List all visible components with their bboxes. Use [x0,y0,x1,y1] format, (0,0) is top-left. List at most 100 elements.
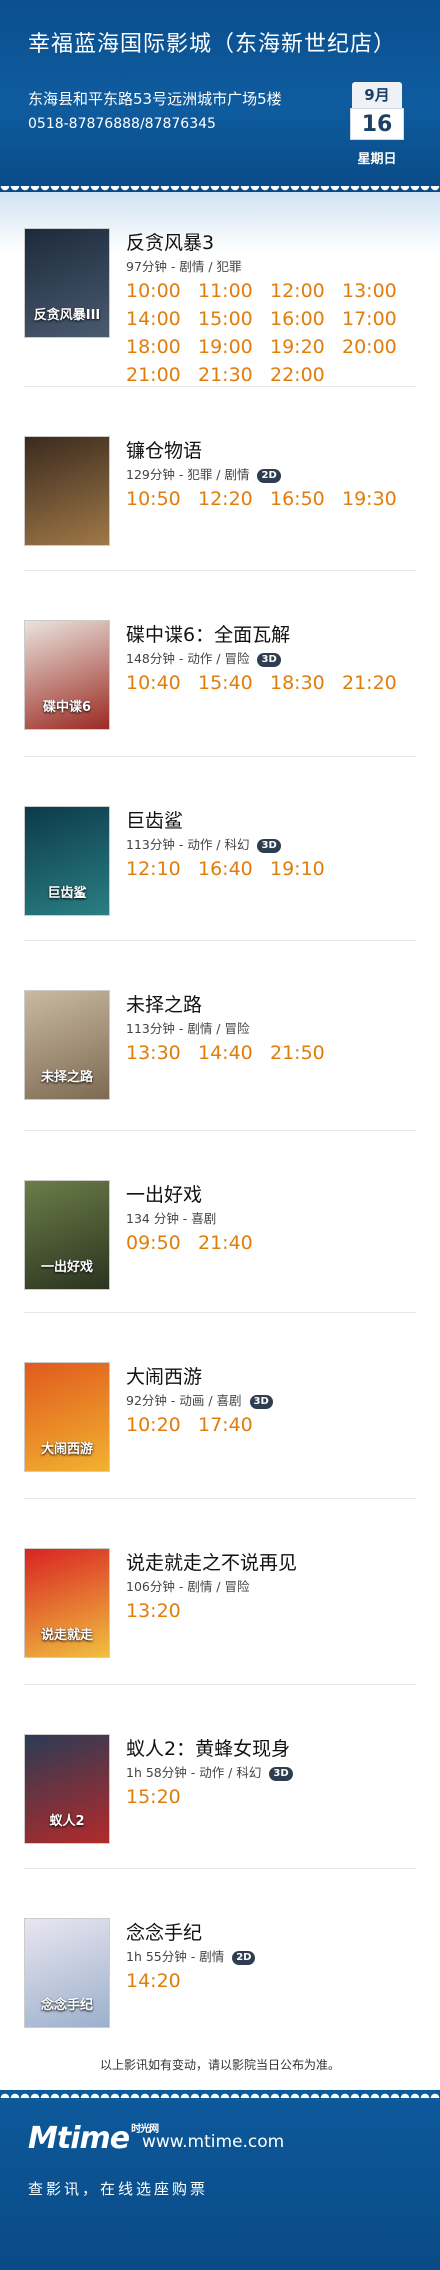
movie-item[interactable]: 巨齿鲨 巨齿鲨 113分钟 - 动作 / 科幻 3D 12:10 16:40 19:10 [0,806,440,986]
showtime[interactable]: 18:30 [270,672,342,694]
movie-divider [24,386,416,387]
showtime[interactable]: 15:40 [198,672,270,694]
showtime[interactable]: 21:40 [198,1232,270,1254]
movie-item[interactable]: 未择之路 未择之路 113分钟 - 剧情 / 冒险 13:30 14:40 21:50 [0,990,440,1170]
showtime[interactable]: 10:40 [126,672,198,694]
showtime[interactable]: 13:30 [126,1042,198,1064]
movie-poster[interactable]: 一出好戏 [24,1180,110,1290]
showtime[interactable]: 13:20 [126,1600,198,1622]
movie-meta: 92分钟 - 动画 / 喜剧 3D [126,1390,273,1409]
poster-title-text: 蚁人2 [49,1814,85,1829]
showtime[interactable]: 09:50 [126,1232,198,1254]
showtime[interactable]: 19:00 [198,336,270,358]
showtime[interactable]: 10:20 [126,1414,198,1436]
showtime[interactable]: 12:00 [270,280,342,302]
showtime[interactable]: 19:20 [270,336,342,358]
footer-slogan: 查影讯，在线选座购票 [28,2180,209,2198]
movie-poster[interactable] [24,436,110,546]
showtime-grid: 09:50 21:40 [126,1232,426,1254]
movie-title[interactable]: 巨齿鲨 [126,806,183,833]
mtime-site-link[interactable]: www.mtime.com [142,2132,284,2152]
date-weekday: 星期日 [357,152,397,167]
format-badge: 2D [232,1951,256,1965]
movie-title[interactable]: 镰仓物语 [126,436,202,463]
movie-poster[interactable]: 碟中谍6 [24,620,110,730]
movie-meta: 97分钟 - 剧情 / 犯罪 [126,256,242,275]
showtime[interactable]: 18:00 [126,336,198,358]
movie-poster[interactable]: 反贪风暴III [24,228,110,338]
showtime[interactable]: 12:20 [198,488,270,510]
showtime[interactable]: 21:00 [126,364,198,386]
showtime[interactable]: 22:00 [270,364,342,386]
movie-poster[interactable]: 蚁人2 [24,1734,110,1844]
movie-title[interactable]: 碟中谍6：全面瓦解 [126,620,290,647]
showtime[interactable]: 21:20 [342,672,414,694]
showtime[interactable]: 12:10 [126,858,198,880]
movie-item[interactable]: 碟中谍6 碟中谍6：全面瓦解 148分钟 - 动作 / 冒险 3D 10:40 15:40… [0,620,440,800]
movie-title[interactable]: 说走就走之不说再见 [126,1548,297,1575]
movie-meta: 1h 55分钟 - 剧情 2D [126,1946,256,1965]
movie-item[interactable]: 镰仓物语 129分钟 - 犯罪 / 剧情 2D 10:50 12:20 16:50 19:3… [0,436,440,616]
poster-title-text: 大闹西游 [40,1442,93,1457]
movie-poster[interactable]: 巨齿鲨 [24,806,110,916]
format-badge: 3D [269,1767,293,1781]
showtime[interactable]: 20:00 [342,336,414,358]
movie-item[interactable]: 说走就走 说走就走之不说再见 106分钟 - 剧情 / 冒险 13:20 [0,1548,440,1728]
movie-item[interactable]: 蚁人2 蚁人2：黄蜂女现身 1h 58分钟 - 动作 / 科幻 3D 15:20 [0,1734,440,1914]
showtime-grid: 10:00 11:00 12:00 13:00 14:00 15:00 16:00 17:00… [126,280,426,386]
showtime[interactable]: 10:00 [126,280,198,302]
showtime[interactable]: 13:00 [342,280,414,302]
showtime[interactable]: 21:30 [198,364,270,386]
movie-meta: 148分钟 - 动作 / 冒险 3D [126,648,281,667]
showtime[interactable]: 14:20 [126,1970,198,1992]
movie-poster[interactable]: 念念手纪 [24,1918,110,2028]
movie-divider [24,1130,416,1131]
showtime[interactable]: 19:30 [342,488,414,510]
movie-duration-genre: 134 分钟 - 喜剧 [126,1211,217,1226]
movie-item[interactable]: 一出好戏 一出好戏 134 分钟 - 喜剧 09:50 21:40 [0,1180,440,1360]
calendar-date: 9月 16 星期日 [348,82,406,167]
movie-duration-genre: 129分钟 - 犯罪 / 剧情 [126,467,250,482]
movie-poster[interactable]: 大闹西游 [24,1362,110,1472]
showtime-grid: 10:50 12:20 16:50 19:30 [126,488,426,510]
movie-meta: 134 分钟 - 喜剧 [126,1208,216,1227]
movie-title[interactable]: 一出好戏 [126,1180,202,1207]
logo-text: Mtime [28,2121,130,2156]
showtime[interactable]: 14:00 [126,308,198,330]
movie-title[interactable]: 未择之路 [126,990,202,1017]
showtime-grid: 13:20 [126,1600,426,1622]
showtime[interactable]: 21:50 [270,1042,342,1064]
movie-item[interactable]: 大闹西游 大闹西游 92分钟 - 动画 / 喜剧 3D 10:20 17:40 [0,1362,440,1542]
movie-title[interactable]: 反贪风暴3 [126,228,214,255]
showtime[interactable]: 17:40 [198,1414,270,1436]
movie-poster[interactable]: 未择之路 [24,990,110,1100]
movie-item[interactable]: 反贪风暴III 反贪风暴3 97分钟 - 剧情 / 犯罪 10:00 11:00 12:0… [0,228,440,408]
movie-divider [24,1684,416,1685]
movie-divider [24,756,416,757]
showtime[interactable]: 10:50 [126,488,198,510]
showtime[interactable]: 16:00 [270,308,342,330]
movie-duration-genre: 92分钟 - 动画 / 喜剧 [126,1393,242,1408]
movie-title[interactable]: 蚁人2：黄蜂女现身 [126,1734,290,1761]
showtime-grid: 14:20 [126,1970,426,1992]
showtime[interactable]: 17:00 [342,308,414,330]
poster-title-text: 巨齿鲨 [47,886,87,901]
showtime[interactable]: 16:40 [198,858,270,880]
poster-title-text: 说走就走 [40,1628,93,1643]
showtime[interactable]: 15:00 [198,308,270,330]
poster-title-text: 碟中谍6 [42,700,92,715]
movie-poster[interactable]: 说走就走 [24,1548,110,1658]
showtime[interactable]: 19:10 [270,858,342,880]
showtime-grid: 13:30 14:40 21:50 [126,1042,426,1064]
poster-title-text: 未择之路 [40,1070,93,1085]
showtime[interactable]: 11:00 [198,280,270,302]
showtime[interactable]: 15:20 [126,1786,198,1808]
mtime-logo[interactable]: Mtime 时光网 [28,2120,159,2156]
movie-divider [24,940,416,941]
movie-meta: 1h 58分钟 - 动作 / 科幻 3D [126,1762,293,1781]
movie-title[interactable]: 大闹西游 [126,1362,202,1389]
showtime[interactable]: 16:50 [270,488,342,510]
movie-title[interactable]: 念念手纪 [126,1918,202,1945]
showtime[interactable]: 14:40 [198,1042,270,1064]
movie-duration-genre: 1h 55分钟 - 剧情 [126,1949,225,1964]
